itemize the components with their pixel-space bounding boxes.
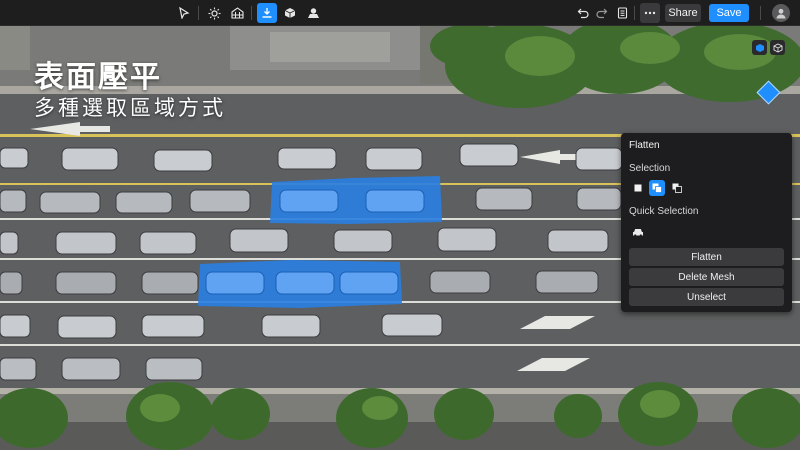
cube-icon[interactable] [280, 3, 300, 23]
3d-viewport[interactable]: 表面壓平 多種選取區域方式 Flatten Selection Quick Se… [0, 26, 800, 450]
save-button[interactable]: Save [709, 4, 749, 22]
more-options-icon[interactable] [640, 3, 660, 23]
rectangle-select-icon[interactable] [630, 180, 646, 196]
document-icon[interactable] [612, 3, 632, 23]
delete-mesh-button[interactable]: Delete Mesh [629, 268, 784, 286]
brush-select-icon[interactable] [649, 180, 665, 196]
flatten-icon[interactable] [257, 3, 277, 23]
select-cursor-icon[interactable] [174, 3, 194, 23]
selection-label: Selection [629, 163, 671, 174]
car-select-icon[interactable] [629, 224, 647, 240]
overlay-title: 表面壓平 [34, 60, 162, 95]
overlay-subtitle: 多種選取區域方式 [34, 96, 226, 120]
flatten-panel: Flatten Selection Quick Selection Flatte… [621, 133, 792, 312]
flatten-button[interactable]: Flatten [629, 248, 784, 266]
perspective-cube-icon[interactable] [752, 40, 767, 55]
user-avatar[interactable] [772, 4, 790, 22]
mesh-tool-icon[interactable] [303, 3, 323, 23]
undo-icon[interactable] [573, 3, 593, 23]
top-toolbar: Share Save [0, 0, 800, 26]
texture-grid-icon[interactable] [227, 3, 247, 23]
user-icon [776, 8, 786, 19]
orbit-cube-icon[interactable] [770, 40, 785, 55]
quick-selection-label: Quick Selection [629, 206, 699, 217]
sun-icon[interactable] [204, 3, 224, 23]
panel-title: Flatten [629, 140, 660, 151]
share-button[interactable]: Share [665, 4, 701, 22]
unselect-button[interactable]: Unselect [629, 288, 784, 306]
subtract-select-icon[interactable] [669, 180, 685, 196]
redo-icon[interactable] [592, 3, 612, 23]
